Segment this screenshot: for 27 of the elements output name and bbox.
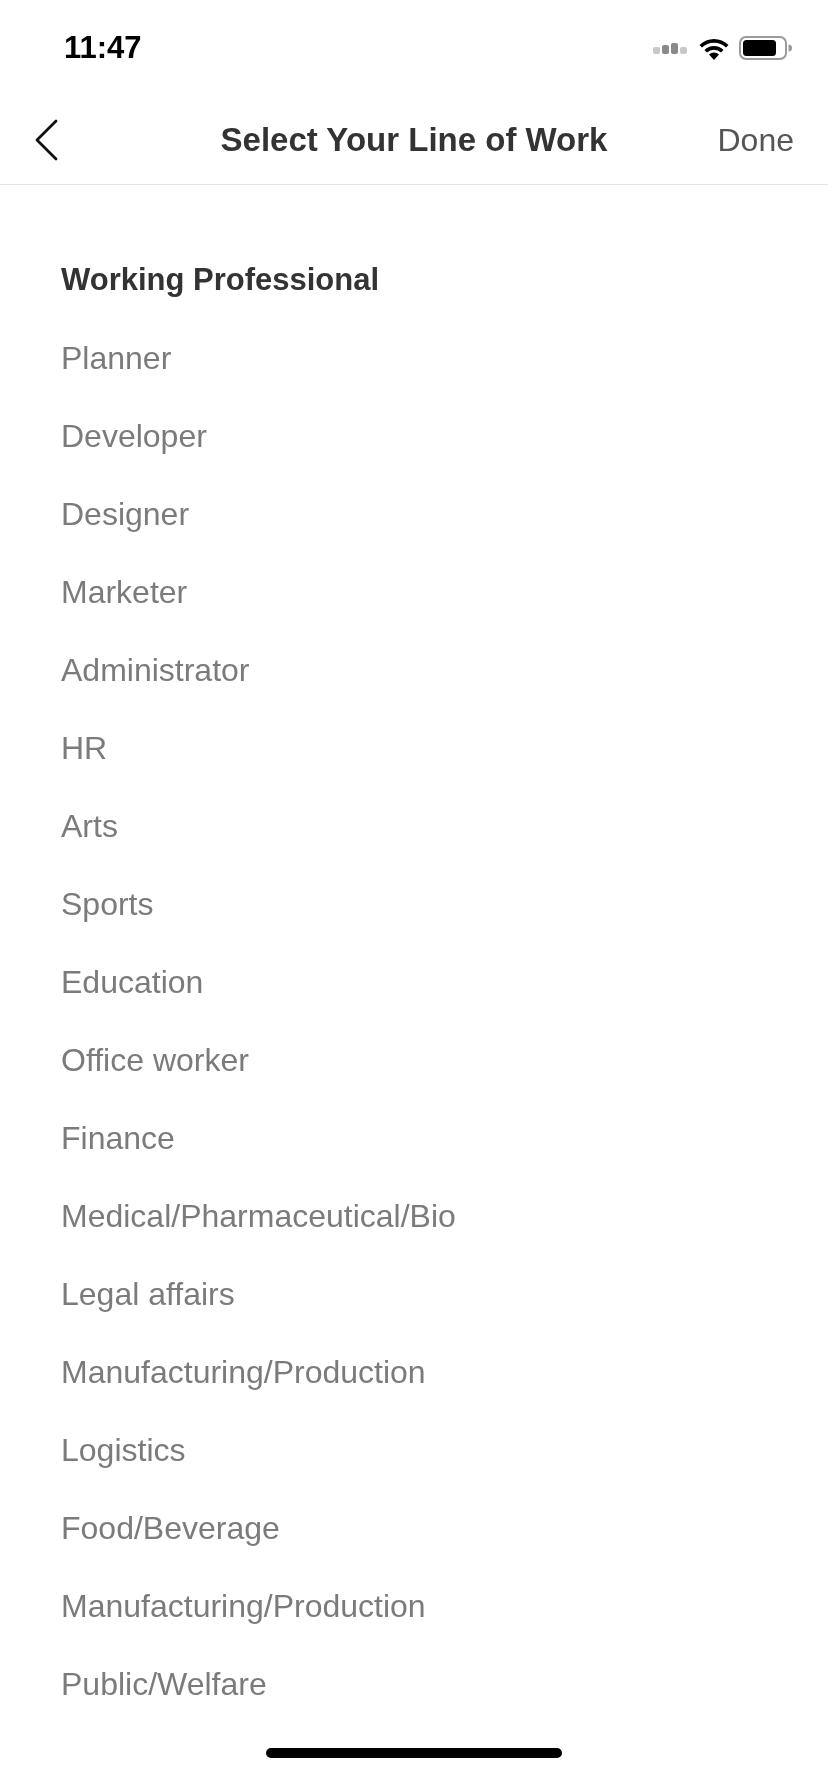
status-time: 11:47 [64,30,142,66]
list-option[interactable]: Food/Beverage [61,1508,280,1548]
list-option[interactable]: Manufacturing/Production [61,1352,426,1392]
list-option[interactable]: Logistics [61,1430,186,1470]
list-option[interactable]: Education [61,962,204,1002]
section-heading: Working Professional [61,261,380,299]
list-option[interactable]: Sports [61,884,154,924]
list-option[interactable]: Office worker [61,1040,249,1080]
list-option[interactable]: Planner [61,338,172,378]
list-option[interactable]: HR [61,728,108,768]
battery-icon [739,36,792,60]
list-option[interactable]: Legal affairs [61,1274,235,1314]
list-option[interactable]: Marketer [61,572,188,612]
chevron-left-icon [34,119,58,161]
list-option[interactable]: Developer [61,416,207,456]
wifi-icon [698,36,730,60]
list-option[interactable]: Medical/Pharmaceutical/Bio [61,1196,456,1236]
back-button[interactable] [34,119,58,161]
done-button[interactable]: Done [717,120,794,160]
page-title: Select Your Line of Work [220,120,608,160]
list-option[interactable]: Public/Welfare [61,1664,267,1704]
signal-icon [653,42,689,54]
list-option[interactable]: Arts [61,806,118,846]
list-option[interactable]: Finance [61,1118,175,1158]
list-option[interactable]: Administrator [61,650,250,690]
list-option[interactable]: Designer [61,494,190,534]
list-option[interactable]: Manufacturing/Production [61,1586,426,1626]
